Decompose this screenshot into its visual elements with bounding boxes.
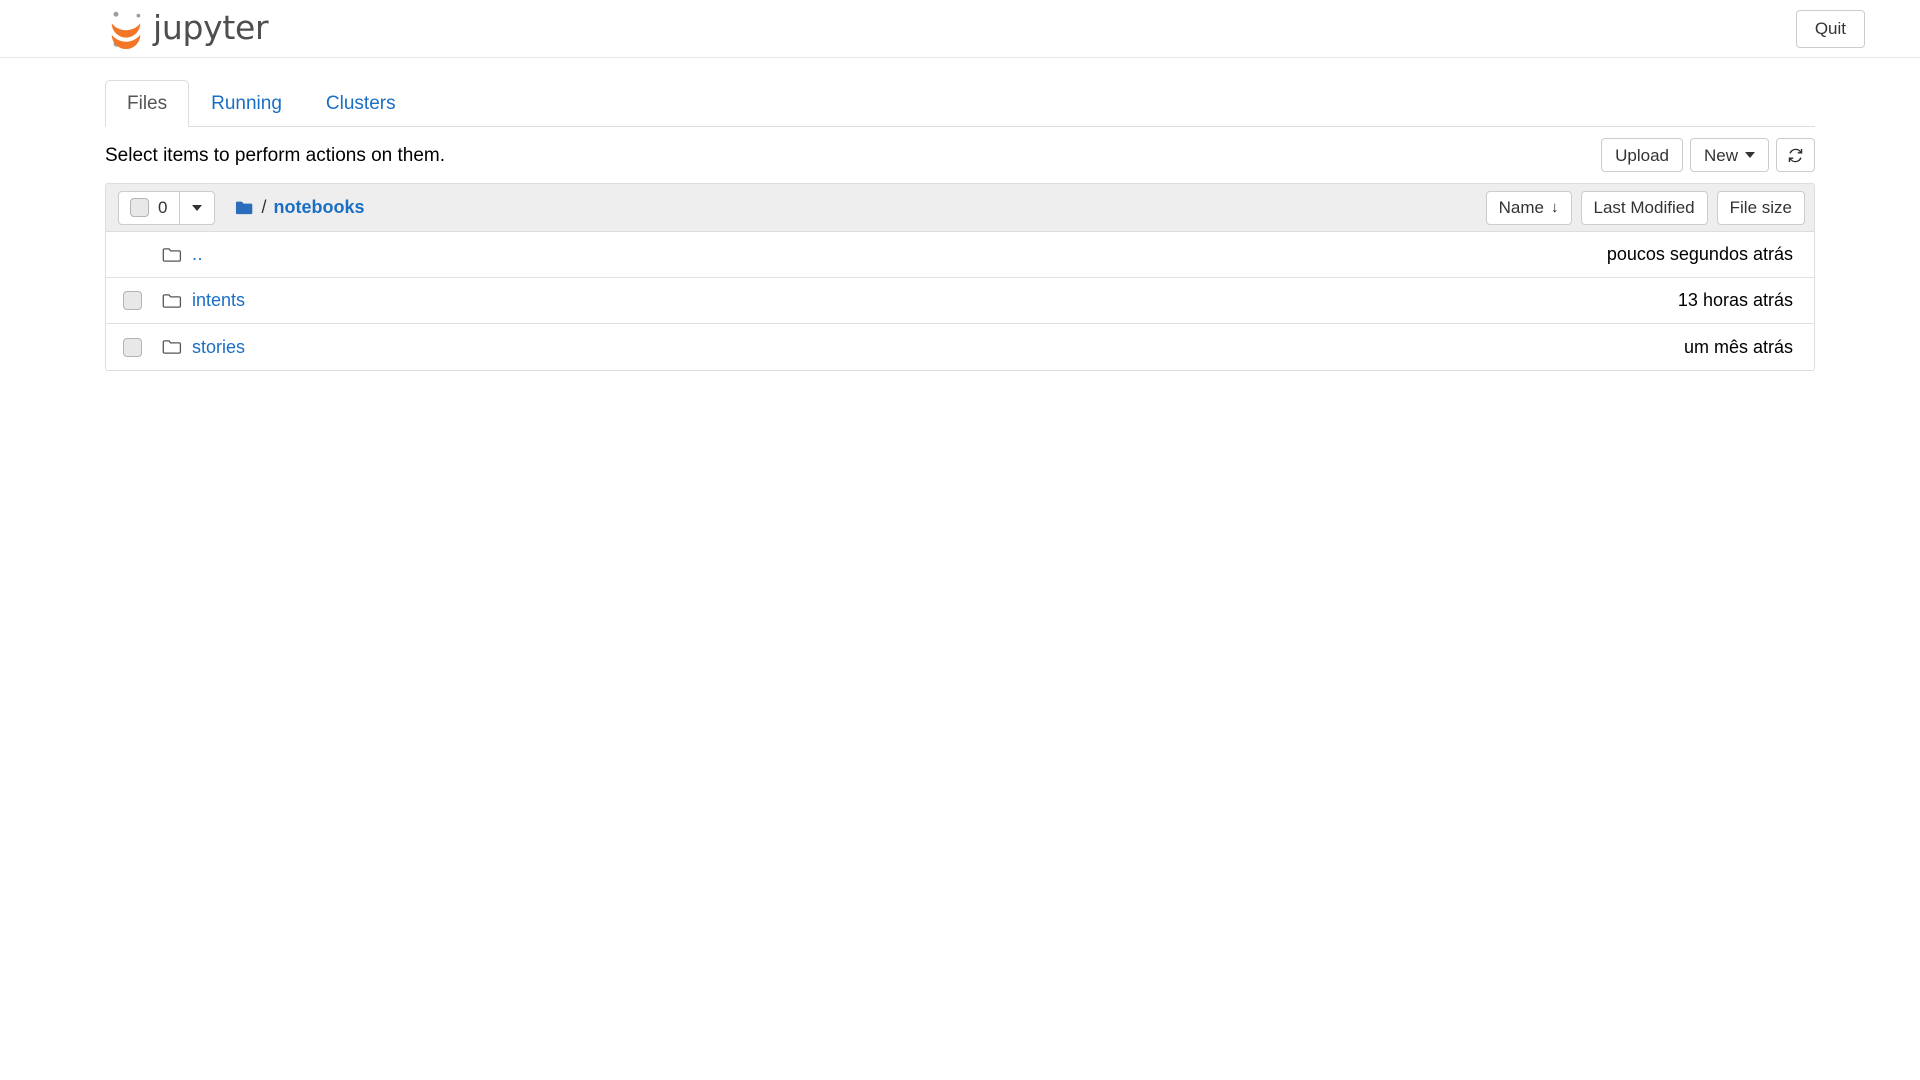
sort-last-modified-button[interactable]: Last Modified: [1580, 190, 1708, 225]
sort-name-button[interactable]: Name ↓: [1485, 190, 1572, 225]
breadcrumb-current-folder[interactable]: notebooks: [273, 197, 364, 218]
tab-files[interactable]: Files: [105, 80, 190, 127]
quit-button[interactable]: Quit: [1795, 10, 1865, 48]
row-checkbox[interactable]: [123, 337, 142, 357]
tab-clusters[interactable]: Clusters: [304, 80, 418, 127]
select-all-group: 0: [118, 190, 216, 225]
new-button-label: New: [1703, 145, 1738, 165]
brand-text: jupyter: [153, 8, 269, 47]
row-last-modified: um mês atrás: [1683, 336, 1793, 357]
file-list-header: 0 / notebooks Name ↓ Last Modified File …: [106, 184, 1814, 232]
folder-outline-icon: [162, 293, 182, 308]
sort-file-size-button[interactable]: File size: [1716, 190, 1805, 225]
selected-count: 0: [158, 198, 168, 217]
new-button[interactable]: New: [1689, 138, 1769, 172]
upload-button[interactable]: Upload: [1601, 138, 1683, 172]
row-icon-cell: [162, 247, 192, 263]
select-items-hint: Select items to perform actions on them.: [105, 144, 446, 166]
upload-button-label: Upload: [1615, 145, 1669, 165]
sort-last-modified-label: Last Modified: [1593, 198, 1695, 217]
actions-toolbar: Select items to perform actions on them.…: [105, 127, 1815, 183]
tab-running[interactable]: Running: [189, 80, 304, 127]
folder-outline-icon: [162, 340, 182, 354]
row-name-link[interactable]: ..: [192, 244, 1501, 265]
table-row[interactable]: intents 13 horas atrás: [106, 278, 1814, 324]
app-header: jupyter Quit: [0, 0, 1920, 58]
breadcrumb-separator: /: [261, 197, 267, 217]
table-row[interactable]: stories um mês atrás: [106, 324, 1814, 370]
chevron-down-icon: [1745, 152, 1755, 158]
file-list-panel: 0 / notebooks Name ↓ Last Modified File …: [105, 183, 1815, 371]
breadcrumb: / notebooks: [235, 197, 365, 218]
row-icon-cell: [162, 339, 192, 355]
sort-file-size-label: File size: [1729, 198, 1792, 217]
select-dropdown-button[interactable]: [179, 190, 216, 225]
tab-bar-wrapper: Files Running Clusters: [0, 80, 1920, 127]
folder-outline-icon: [162, 247, 182, 262]
row-last-modified: poucos segundos atrás: [1606, 244, 1793, 264]
jupyter-brand[interactable]: jupyter: [105, 6, 269, 52]
row-icon-cell: [162, 293, 192, 309]
row-name-link[interactable]: stories: [192, 337, 1501, 358]
row-checkbox[interactable]: [123, 291, 142, 310]
row-checkbox-cell: [118, 337, 162, 357]
row-checkbox-cell: [118, 291, 162, 310]
row-last-modified: 13 horas atrás: [1677, 290, 1793, 310]
tab-bar: Files Running Clusters: [105, 80, 1815, 127]
row-name-link[interactable]: intents: [192, 290, 1501, 311]
refresh-icon: [1788, 148, 1803, 162]
sort-buttons-group: Name ↓ Last Modified File size: [1485, 190, 1805, 225]
sort-name-label: Name: [1498, 198, 1545, 217]
checkbox-unchecked-icon[interactable]: [130, 198, 149, 217]
table-row[interactable]: .. poucos segundos atrás: [106, 232, 1814, 278]
file-list-header-left: 0 / notebooks: [118, 190, 1486, 225]
chevron-down-icon: [192, 204, 203, 211]
folder-solid-icon[interactable]: [235, 200, 254, 216]
refresh-button[interactable]: [1776, 138, 1815, 172]
select-all-checkbox-button[interactable]: 0: [118, 190, 181, 225]
toolbar-actions: Upload New: [1601, 138, 1815, 172]
jupyter-logo-icon: [111, 11, 141, 50]
arrow-down-icon: ↓: [1551, 199, 1559, 216]
